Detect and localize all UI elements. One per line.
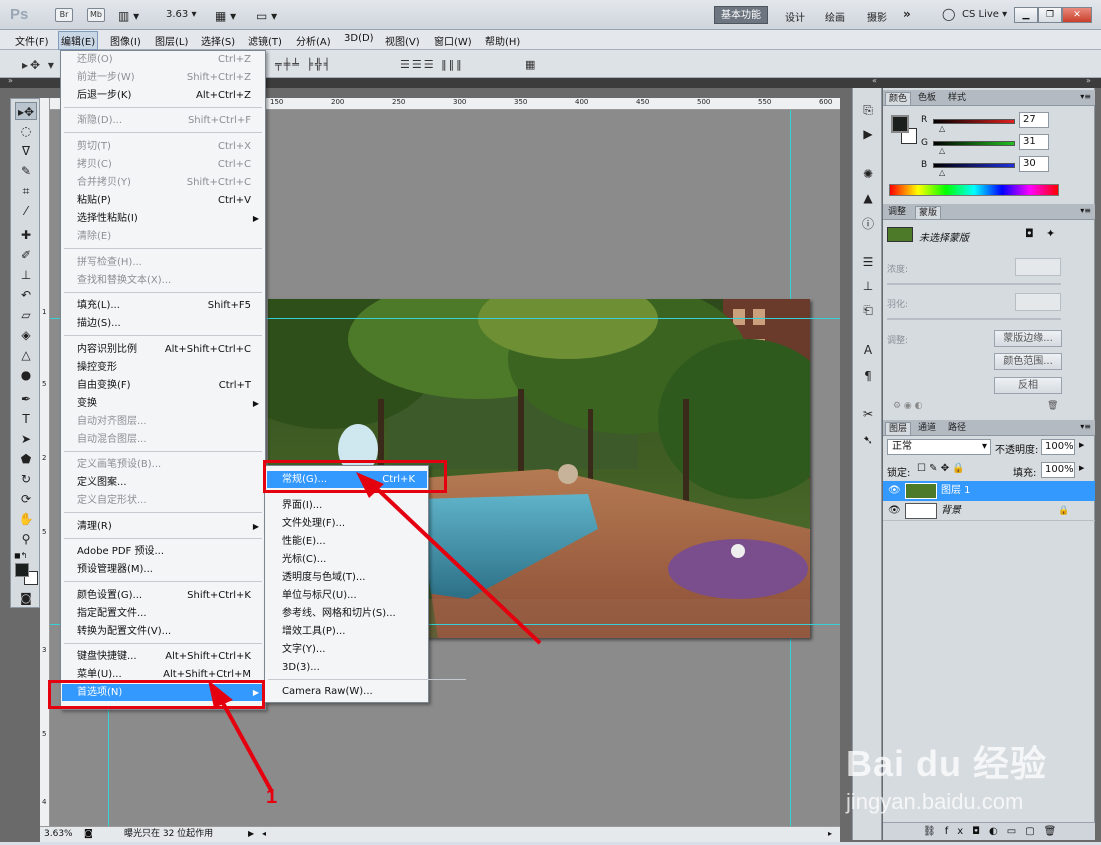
watermark-brand: Bai du 经验: [846, 743, 1048, 784]
annotation-arrowhead: [208, 680, 233, 708]
watermark-url: jingyan.baidu.com: [846, 789, 1024, 814]
annotation-arrows: [208, 472, 542, 793]
baidu-jingyan-watermark: Bai du 经验 jingyan.baidu.com: [846, 735, 1066, 825]
annotation-arrow-line: [216, 693, 274, 793]
annotation-step-number: 1: [266, 786, 278, 808]
annotation-arrow-line: [370, 482, 542, 645]
